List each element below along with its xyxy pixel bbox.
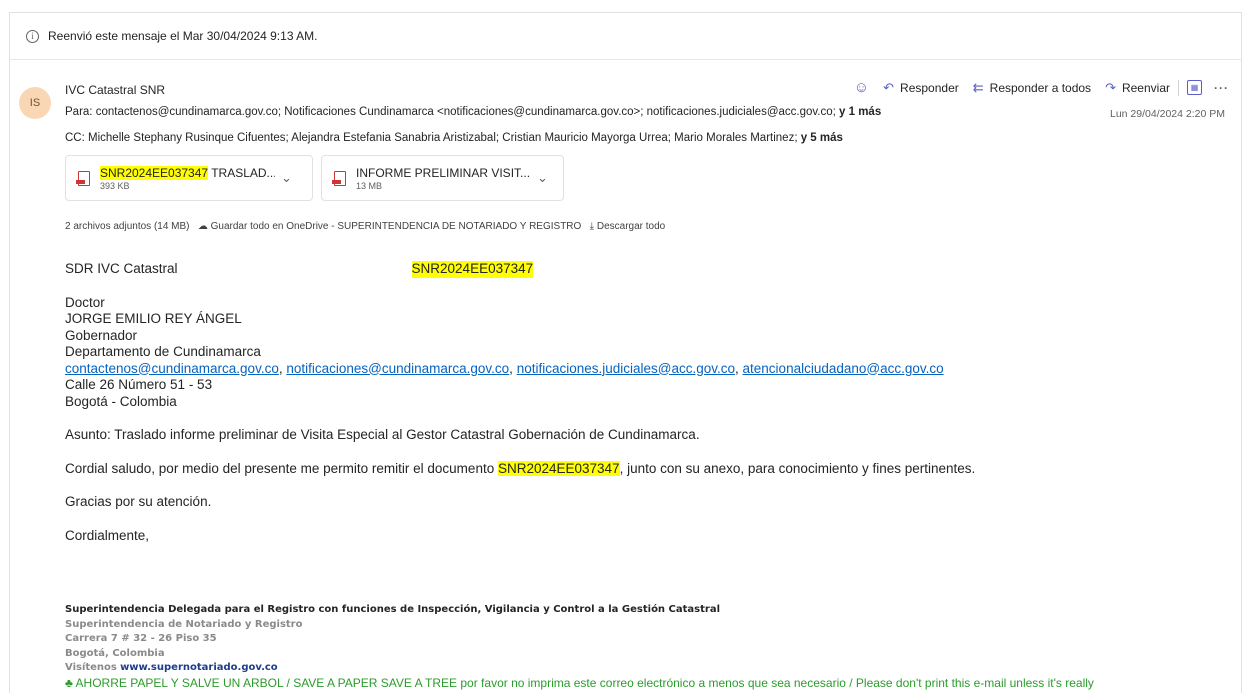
attachment-name: INFORME PRELIMINAR VISIT...	[356, 165, 531, 180]
greeting-paragraph: Cordial saludo, por medio del presente m…	[65, 460, 976, 476]
email-reading-pane: i Reenvió este mensaje el Mar 30/04/2024…	[9, 12, 1242, 693]
reply-label: Responder	[900, 80, 959, 95]
chevron-down-icon[interactable]: ⌄	[281, 170, 292, 186]
attachment-card[interactable]: SNR2024EE037347 TRASLAD... 393 KB ⌄	[65, 155, 313, 201]
signature-address: Carrera 7 # 32 - 26 Piso 35	[65, 633, 217, 644]
thanks-line: Gracias por su atención.	[65, 494, 212, 509]
website-link[interactable]: www.supernotariado.gov.co	[120, 662, 278, 673]
closing-line: Cordialmente,	[65, 527, 150, 543]
city-line: Bogotá - Colombia	[65, 393, 177, 409]
attachments-summary: 2 archivos adjuntos (14 MB) ☁ Guardar to…	[65, 221, 665, 232]
reply-all-button[interactable]: ⇇ Responder a todos	[973, 80, 1091, 96]
leaf-icon: ♣	[65, 675, 73, 690]
info-icon: i	[26, 29, 39, 43]
email-link[interactable]: notificaciones.judiciales@acc.gov.co	[517, 361, 735, 376]
sender-name[interactable]: IVC Catastral SNR	[65, 83, 165, 97]
body-dept: SDR IVC Catastral	[65, 261, 178, 276]
signature-visit-label: Visítenos	[65, 662, 117, 673]
eco-note: ♣ AHORRE PAPEL Y SALVE UN ARBOL / SAVE A…	[65, 675, 1094, 690]
reply-icon: ↶	[883, 79, 895, 95]
email-link[interactable]: contactenos@cundinamarca.gov.co	[65, 361, 279, 376]
signature-entity: Superintendencia de Notariado y Registro	[65, 618, 303, 630]
forward-notice-bar: i Reenvió este mensaje el Mar 30/04/2024…	[10, 13, 1241, 60]
signature-office: Superintendencia Delegada para el Regist…	[65, 604, 720, 615]
email-link[interactable]: atencionalciudadano@acc.gov.co	[743, 361, 944, 376]
attachment-card[interactable]: INFORME PRELIMINAR VISIT... 13 MB ⌄	[321, 155, 564, 201]
forward-icon: ↷	[1105, 79, 1116, 95]
cc-list[interactable]: Michelle Stephany Rusinque Cifuentes; Al…	[88, 132, 798, 144]
attachment-size: 393 KB	[100, 180, 130, 191]
forward-label: Reenviar	[1121, 80, 1170, 95]
email-links: contactenos@cundinamarca.gov.co, notific…	[65, 360, 944, 376]
toolbar-divider	[1178, 79, 1179, 96]
to-list[interactable]: contactenos@cundinamarca.gov.co; Notific…	[96, 106, 836, 118]
cc-label: CC:	[65, 132, 85, 144]
to-recipients: Para: contactenos@cundinamarca.gov.co; N…	[65, 106, 881, 118]
message-actions: ☺ ↶ Responder ⇇ Responder a todos ↷ Reen…	[854, 79, 1229, 96]
reply-all-icon: ⇇	[972, 79, 984, 95]
download-icon: ⤓	[589, 221, 595, 232]
forward-button[interactable]: ↷ Reenviar	[1105, 80, 1170, 96]
sent-date: Lun 29/04/2024 2:20 PM	[1109, 108, 1225, 120]
subject-line: Asunto: Traslado informe preliminar de V…	[65, 427, 700, 442]
reply-button[interactable]: ↶ Responder	[883, 80, 959, 96]
email-link[interactable]: notificaciones@cundinamarca.gov.co	[286, 361, 509, 376]
reply-all-label: Responder a todos	[989, 80, 1092, 95]
message-body: SDR IVC Catastral SNR2024EE037347 Doctor…	[65, 261, 975, 544]
download-all-link[interactable]: Descargar todo	[597, 221, 665, 232]
chevron-down-icon[interactable]: ⌄	[537, 170, 548, 186]
email-signature: Superintendencia Delegada para el Regist…	[65, 603, 1094, 690]
avatar[interactable]: IS	[19, 87, 51, 119]
addr-line: Doctor	[65, 294, 105, 310]
body-code: SNR2024EE037347	[411, 261, 534, 278]
reaction-smiley-icon[interactable]: ☺	[854, 79, 869, 96]
save-to-onedrive-link[interactable]: Guardar todo en OneDrive - SUPERINTENDEN…	[211, 221, 582, 232]
forward-notice-text: Reenvió este mensaje el Mar 30/04/2024 9…	[48, 29, 318, 43]
to-label: Para:	[65, 106, 93, 118]
cc-more-link[interactable]: y 5 más	[801, 132, 843, 144]
addr-line: JORGE EMILIO REY ÁNGEL	[65, 311, 242, 326]
pdf-file-icon	[332, 170, 346, 186]
street-line: Calle 26 Número 51 - 53	[65, 377, 213, 392]
cloud-icon: ☁	[197, 221, 208, 232]
attachments-count: 2 archivos adjuntos (14 MB)	[65, 221, 190, 232]
attachment-name: SNR2024EE037347 TRASLAD...	[100, 165, 275, 180]
pdf-file-icon	[76, 170, 90, 186]
cc-recipients: CC: Michelle Stephany Rusinque Cifuentes…	[65, 132, 843, 144]
to-more-link[interactable]: y 1 más	[839, 106, 881, 118]
addr-line: Departamento de Cundinamarca	[65, 344, 261, 359]
attachment-size: 13 MB	[356, 180, 383, 191]
more-actions-button[interactable]: ···	[1214, 81, 1229, 95]
addr-line: Gobernador	[65, 327, 138, 343]
immersive-reader-icon[interactable]: ▦	[1187, 80, 1202, 95]
signature-city: Bogotá, Colombia	[65, 647, 165, 659]
